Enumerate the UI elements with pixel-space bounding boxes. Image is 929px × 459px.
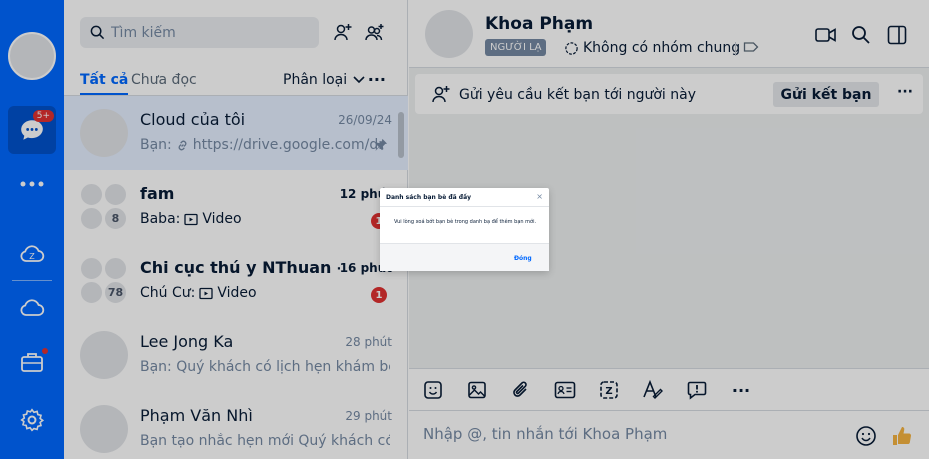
dialog-divider <box>380 206 549 207</box>
dialog-message: Vui lòng xoá bớt bạn bè trong danh bạ để… <box>394 219 537 225</box>
close-dialog-button[interactable]: Đóng <box>514 255 532 262</box>
friend-list-full-dialog: Danh sách bạn bè đã đầy × Vui lòng xoá b… <box>380 188 549 271</box>
dialog-title: Danh sách bạn bè đã đầy <box>386 194 472 201</box>
dialog-footer: Đóng <box>380 243 549 271</box>
close-icon[interactable]: × <box>536 192 543 201</box>
